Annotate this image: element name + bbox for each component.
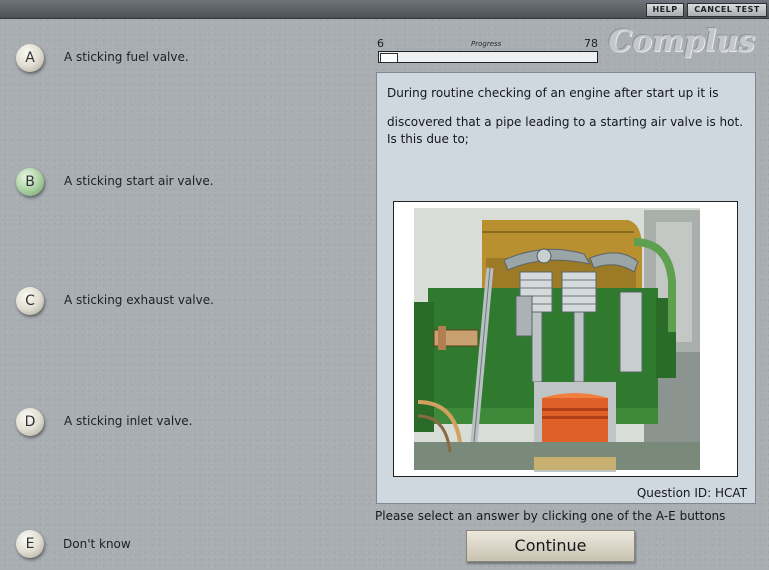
question-panel: During routine checking of an engine aft… [376, 72, 756, 504]
help-button[interactable]: HELP [646, 3, 684, 17]
answer-c-button[interactable]: C [16, 287, 44, 315]
answer-b-button[interactable]: B [16, 168, 44, 196]
continue-button[interactable]: Continue [466, 530, 635, 562]
question-id: Question ID: HCAT [636, 486, 747, 500]
answer-e-text[interactable]: Don't know [63, 537, 131, 551]
answer-e-button[interactable]: E [16, 530, 44, 558]
brand-logo: Complus [608, 24, 755, 59]
question-text: During routine checking of an engine aft… [387, 85, 747, 160]
progress-bar-fill [380, 53, 398, 63]
progress-title: Progress [471, 40, 502, 48]
answer-a-text[interactable]: A sticking fuel valve. [64, 50, 189, 64]
answer-a-button[interactable]: A [16, 44, 44, 72]
top-toolbar: HELP CANCEL TEST [0, 0, 769, 19]
engine-cutaway-image [414, 208, 700, 472]
cancel-test-button[interactable]: CANCEL TEST [687, 3, 767, 17]
question-line-2: discovered that a pipe leading to a star… [387, 115, 744, 146]
progress-bar [378, 51, 598, 63]
progress-total-label: 78 [584, 37, 598, 50]
instructions-text: Please select an answer by clicking one … [375, 509, 726, 523]
answer-d-text[interactable]: A sticking inlet valve. [64, 414, 193, 428]
engine-image-frame [393, 201, 738, 477]
answer-d-button[interactable]: D [16, 408, 44, 436]
answer-c-text[interactable]: A sticking exhaust valve. [64, 293, 214, 307]
question-line-1: During routine checking of an engine aft… [387, 86, 719, 100]
progress-start-label: 6 [377, 37, 384, 50]
answer-b-text[interactable]: A sticking start air valve. [64, 174, 214, 188]
